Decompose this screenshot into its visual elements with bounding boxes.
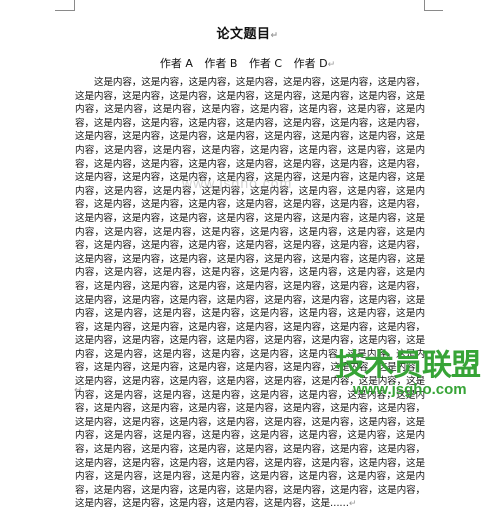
crop-mark-top-left (55, 10, 74, 11)
crop-mark-top-right (424, 10, 443, 11)
author-line: 作者 A 作者 B 作者 C 作者 D↵ (0, 55, 495, 71)
paragraph-mark: ↵ (270, 31, 279, 41)
paragraph-mark: ↵ (327, 60, 336, 70)
body-paragraph: 这是内容，这是内容，这是内容，这是内容，这是内容，这是内容，这是内容，这是内容，… (75, 76, 425, 512)
crop-mark-top-left-vertical (74, 0, 75, 11)
site-logo: 技术员联盟 www.jsgho.com (335, 340, 481, 400)
paper-title: 论文题目↵ (0, 23, 495, 42)
body-text: 这是内容，这是内容，这是内容，这是内容，这是内容，这是内容，这是内容，这是内容，… (75, 77, 425, 510)
paragraph-mark: ↵ (348, 499, 357, 510)
author-b: 作者 B (204, 57, 238, 70)
logo-text: 技术员联盟 (335, 348, 481, 383)
paper-title-text: 论文题目 (216, 27, 271, 42)
crop-mark-top-right-vertical (424, 0, 425, 11)
author-a: 作者 A (159, 57, 193, 70)
watermark-url: www.jsgho.com (182, 175, 293, 191)
author-c: 作者 C (248, 57, 283, 70)
author-d: 作者 D (293, 57, 328, 70)
document-page[interactable]: 论文题目↵ 作者 A 作者 B 作者 C 作者 D↵ 这是内容，这是内容，这是内… (0, 0, 495, 509)
empty-paragraph-mark: ↵ (74, 385, 83, 396)
logo-url: www.jsgho.com (353, 381, 467, 398)
